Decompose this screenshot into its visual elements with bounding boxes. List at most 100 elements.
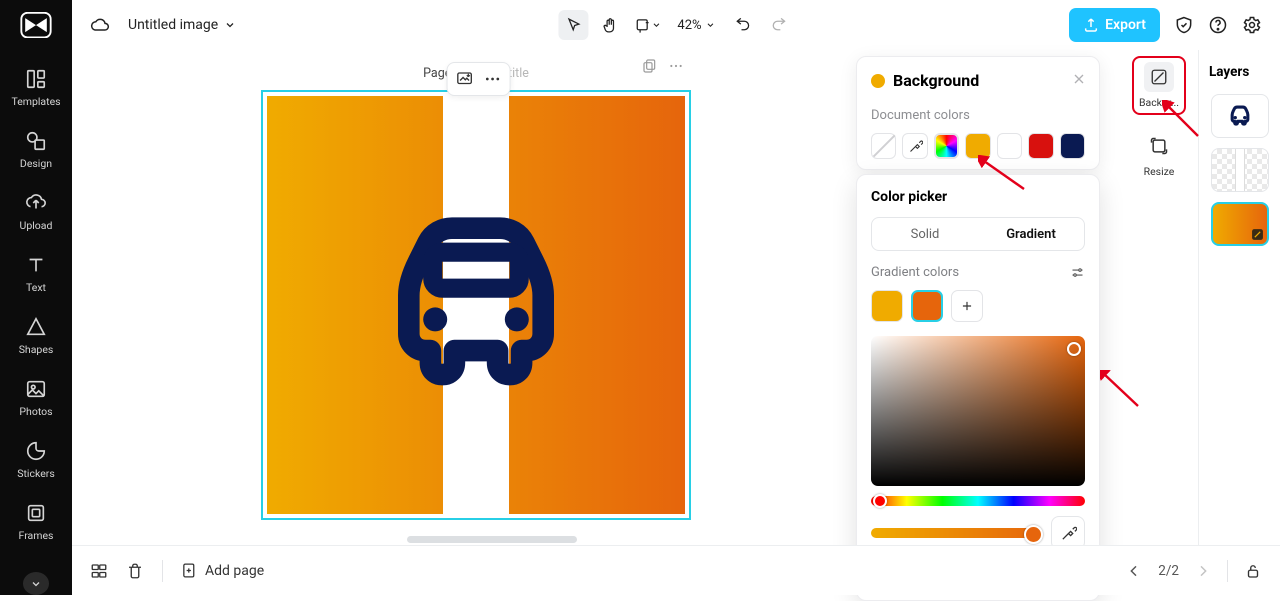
panel-title-text: Background [893, 71, 979, 90]
layer-thumb-car[interactable] [1211, 94, 1269, 138]
settings-icon[interactable] [1242, 15, 1262, 35]
plus-icon [960, 299, 974, 313]
swatch-none[interactable] [871, 133, 896, 159]
sidebar-item-text[interactable]: Text [0, 254, 72, 294]
chevron-down-icon [706, 20, 716, 30]
sidebar-label: Photos [19, 405, 52, 418]
gradient-stop-2[interactable] [911, 290, 943, 322]
undo-button[interactable] [728, 10, 758, 40]
more-icon[interactable] [484, 70, 502, 88]
horizontal-scrollbar[interactable] [407, 536, 577, 543]
background-tool-button[interactable]: Backgr... [1132, 56, 1186, 115]
sidebar-item-frames[interactable]: Frames [0, 502, 72, 542]
cloud-save-icon[interactable] [90, 15, 110, 35]
redo-button[interactable] [764, 10, 794, 40]
hue-slider[interactable] [871, 496, 1085, 506]
swatch-multicolor[interactable] [934, 133, 959, 159]
saturation-value-area[interactable] [871, 336, 1085, 486]
help-icon[interactable] [1208, 15, 1228, 35]
swatch-navy[interactable] [1060, 133, 1085, 159]
layer-thumb-stripe[interactable] [1211, 148, 1269, 192]
document-colors-row [871, 133, 1085, 159]
export-icon [1083, 17, 1099, 33]
swatch-white[interactable] [997, 133, 1022, 159]
layers-panel: Layers [1198, 50, 1280, 545]
hue-thumb[interactable] [873, 494, 887, 508]
resize-tool-icon-wrap [1144, 131, 1174, 161]
canvas-frame[interactable] [261, 90, 691, 520]
duplicate-page-icon[interactable] [642, 58, 658, 74]
next-page-icon[interactable] [1195, 563, 1211, 579]
sidebar-label: Stickers [17, 467, 54, 480]
layer-thumb-background[interactable] [1211, 202, 1269, 246]
sidebar-item-shapes[interactable]: Shapes [0, 316, 72, 356]
selection-mini-toolbar [447, 62, 511, 96]
gradient-preview-slider[interactable] [871, 528, 1041, 538]
add-page-icon [181, 562, 198, 579]
chevron-down-icon [224, 19, 236, 31]
pages-grid-icon[interactable] [90, 562, 108, 580]
sidebar-more-button[interactable] [23, 572, 49, 595]
shield-icon[interactable] [1174, 15, 1194, 35]
cursor-icon [565, 17, 582, 34]
sidebar-label: Upload [20, 219, 53, 232]
top-right-tools: Export [1069, 8, 1262, 42]
lock-icon[interactable] [1244, 562, 1262, 580]
sv-thumb[interactable] [1067, 342, 1081, 356]
annotation-arrow-icon [1100, 370, 1142, 410]
sidebar-label: Design [20, 157, 52, 170]
select-tool-button[interactable] [558, 10, 588, 40]
document-title: Untitled image [128, 17, 218, 33]
sidebar-item-design[interactable]: Design [0, 130, 72, 170]
swatch-eyedropper[interactable] [902, 133, 927, 159]
chevron-down-icon [30, 578, 42, 590]
frames-icon [25, 502, 47, 524]
background-tool-icon-wrap [1144, 62, 1174, 92]
zoom-level-button[interactable]: 42% [671, 10, 721, 40]
sidebar-item-upload[interactable]: Upload [0, 192, 72, 232]
replace-image-icon[interactable] [456, 70, 474, 88]
tab-solid[interactable]: Solid [872, 218, 978, 250]
sliders-icon[interactable] [1070, 265, 1085, 280]
doc-colors-label: Document colors [871, 108, 1085, 123]
canvas-area: Page 2 – Enter title [72, 50, 880, 545]
title-dot-icon [871, 74, 885, 88]
gradient-colors-text: Gradient colors [871, 265, 959, 280]
tool-label: Backgr... [1139, 96, 1179, 109]
resize-tool-button[interactable]: Resize [1132, 125, 1186, 184]
sidebar-item-templates[interactable]: Templates [0, 68, 72, 108]
templates-icon [25, 68, 47, 90]
crop-tool-button[interactable] [630, 10, 665, 40]
document-title-button[interactable]: Untitled image [128, 17, 236, 33]
panel-title: Background [871, 71, 1085, 90]
gradient-stop-1[interactable] [871, 290, 903, 322]
sidebar-label: Templates [11, 95, 60, 108]
color-picker-panel: Color picker Solid Gradient Gradient col… [856, 174, 1100, 601]
sidebar-label: Text [26, 281, 46, 294]
trash-icon[interactable] [126, 562, 144, 580]
export-button[interactable]: Export [1069, 8, 1160, 42]
sidebar-item-photos[interactable]: Photos [0, 378, 72, 418]
sidebar-item-stickers[interactable]: Stickers [0, 440, 72, 480]
background-panel: Background Document colors [856, 56, 1100, 170]
photos-icon [25, 378, 47, 400]
eyedropper-icon [1060, 525, 1077, 542]
design-icon [25, 130, 47, 152]
add-gradient-stop-button[interactable] [951, 290, 983, 322]
hand-tool-button[interactable] [594, 10, 624, 40]
more-icon[interactable] [668, 58, 684, 74]
eyedropper-icon [908, 139, 923, 154]
add-page-button[interactable]: Add page [181, 562, 264, 579]
close-icon [1071, 71, 1087, 87]
canvas-background [267, 96, 685, 514]
prev-page-icon[interactable] [1126, 563, 1142, 579]
swatch-orange[interactable] [965, 133, 990, 159]
chevron-down-icon [651, 20, 661, 30]
bottom-left: Add page [90, 560, 264, 582]
swatch-red[interactable] [1028, 133, 1053, 159]
upload-icon [25, 192, 47, 214]
tab-gradient[interactable]: Gradient [978, 218, 1084, 250]
close-button[interactable] [1071, 71, 1087, 91]
car-icon [1223, 102, 1257, 130]
tool-label: Resize [1144, 165, 1175, 178]
